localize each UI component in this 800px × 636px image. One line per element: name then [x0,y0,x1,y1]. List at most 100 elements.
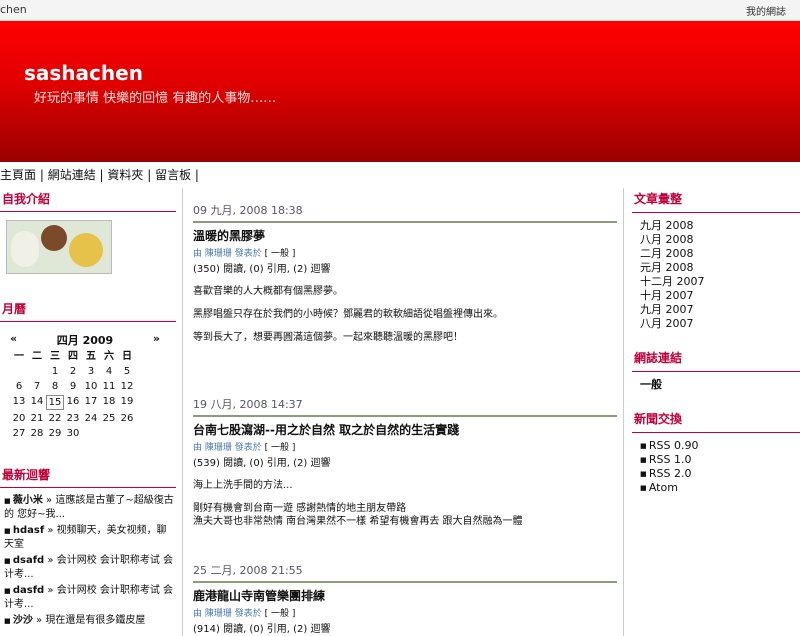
calendar-day[interactable]: 10 [82,380,100,393]
calendar-day[interactable]: 12 [118,380,136,393]
post-paragraph: 等到長大了，想要再圓滿這個夢。一起來聽聽溫暖的黑膠吧！ [193,332,463,343]
nav-folders[interactable]: 資料夾 | [107,168,151,182]
calendar-day[interactable]: 16 [64,395,82,408]
calendar-day [82,427,100,440]
nav-home[interactable]: 主頁面 | [0,168,44,182]
post-date: 25 二月, 2008 21:55 [193,562,617,583]
archive-item[interactable]: 元月 2008 [640,261,800,275]
calendar-day[interactable]: 24 [82,412,100,425]
calendar-day[interactable]: 23 [64,412,82,425]
post-stats[interactable]: (539) 閱讀, (0) 引用, (2) 迴響 [193,454,617,469]
calendar-day[interactable]: 6 [10,380,28,393]
avatar-cat-left [11,231,39,267]
calendar-day[interactable]: 1 [46,365,64,378]
intro-title: 自我介紹 [0,188,176,212]
post-author[interactable]: 由 陳珊珊 發表於 [193,609,262,619]
post-category[interactable]: [ 一般 ] [265,443,296,453]
calendar-day[interactable]: 5 [118,365,136,378]
calendar-day[interactable]: 28 [28,427,46,440]
comment-item[interactable]: ■ 薇小米 » 這應該是古董了~超級復古的 您好~我... [4,494,176,522]
archive-item[interactable]: 十月 2007 [640,289,800,303]
calendar-day[interactable]: 20 [10,412,28,425]
post-category[interactable]: [ 一般 ] [265,609,296,619]
archive-item[interactable]: 十二月 2007 [640,275,800,289]
archive-section: 文章彙整 九月 2008 八月 2008 二月 2008 元月 2008 十二月 200… [632,188,800,331]
calendar-day[interactable]: 26 [118,412,136,425]
calendar-prev-link[interactable]: « [10,332,17,348]
archive-item[interactable]: 八月 2007 [640,317,800,331]
feed-item[interactable]: RSS 0.90 [640,439,800,453]
calendar-day[interactable]: 17 [82,395,100,408]
blog-title[interactable]: sashachen [24,61,143,85]
archive-item[interactable]: 二月 2008 [640,247,800,261]
main-content: 09 九月, 2008 18:38 溫暖的黑膠夢 由 陳珊珊 發表於 [ 一般 … [182,188,624,636]
post-paragraph: 黑膠唱盤只存在於我們的小時候？鄧麗君的軟軟細語從唱盤裡傳出來。 [193,309,503,320]
calendar-day[interactable]: 18 [100,395,118,408]
calendar-day[interactable]: 27 [10,427,28,440]
right-sidebar: 文章彙整 九月 2008 八月 2008 二月 2008 元月 2008 十二月 200… [632,188,800,511]
calendar: « 四月 2009 » 一二三四五六日 1 2 3 4 5 6 7 8 9 10 11 12 13 14 15… [10,332,160,440]
comment-author[interactable]: dsafd [13,555,44,566]
avatar-person [41,225,67,251]
archive-item[interactable]: 九月 2007 [640,303,800,317]
calendar-day[interactable]: 4 [100,365,118,378]
calendar-day[interactable]: 25 [100,412,118,425]
my-blog-link[interactable]: 我的網誌 [746,3,786,18]
comment-author[interactable]: 薇小米 [13,495,43,506]
post-body: 喜歡音樂的人大概都有個黑膠夢。 黑膠唱盤只存在於我們的小時候？鄧麗君的軟軟細語從… [193,285,617,344]
archive-item[interactable]: 九月 2008 [640,219,800,233]
comment-author[interactable]: hdasf [13,525,44,536]
calendar-day[interactable]: 2 [64,365,82,378]
calendar-day[interactable]: 22 [46,412,64,425]
post-title[interactable]: 台南七股瀉湖--用之於自然 取之於自然的生活實踐 [193,421,617,438]
calendar-day[interactable]: 21 [28,412,46,425]
post-date: 09 九月, 2008 18:38 [193,202,617,223]
bullet-icon: ■ [4,557,13,565]
feed-item[interactable]: RSS 2.0 [640,467,800,481]
links-list: 一般 [640,378,800,392]
calendar-header: « 四月 2009 » [10,332,160,348]
comment-item[interactable]: ■ dasfd » 会计网校 会计职称考试 会计考... [4,584,176,612]
calendar-day[interactable]: 19 [118,395,136,408]
post-title[interactable]: 鹿港龍山寺南管樂團排練 [193,587,617,604]
comment-author[interactable]: dasfd [13,585,44,596]
calendar-day[interactable]: 29 [46,427,64,440]
calendar-day[interactable]: 15 [46,395,64,410]
post-byline: 由 陳珊珊 發表於 [ 一般 ] [193,606,617,619]
comment-item[interactable]: ■ 沙沙 » 現在還是有很多鐵皮屋 [4,614,176,628]
comments-title: 最新迴響 [0,464,176,488]
nav-links[interactable]: 網站連結 | [48,168,104,182]
comment-item[interactable]: ■ hdasf » 视频聊天，美女视频，聊天室 [4,524,176,552]
link-item[interactable]: 一般 [640,378,800,392]
post-stats[interactable]: (350) 閱讀, (0) 引用, (2) 迴響 [193,260,617,275]
post-title[interactable]: 溫暖的黑膠夢 [193,227,617,244]
comment-item[interactable]: ■ dsafd » 会计网校 会计职称考试 会计考... [4,554,176,582]
calendar-day[interactable]: 30 [64,427,82,440]
calendar-weekday: 四 [68,351,78,362]
post: 25 二月, 2008 21:55 鹿港龍山寺南管樂團排練 由 陳珊珊 發表於 … [193,562,617,635]
post-paragraph: 喜歡音樂的人大概都有個黑膠夢。 [193,286,343,297]
post-stats[interactable]: (914) 閱讀, (0) 引用, (2) 迴響 [193,620,617,635]
calendar-day[interactable]: 9 [64,380,82,393]
post-author[interactable]: 由 陳珊珊 發表於 [193,443,262,453]
calendar-day[interactable]: 8 [46,380,64,393]
bullet-icon: ■ [4,617,13,625]
comment-author[interactable]: 沙沙 [13,615,33,626]
nav-guestbook[interactable]: 留言板 | [155,168,199,182]
calendar-day[interactable]: 11 [100,380,118,393]
feed-item[interactable]: Atom [640,481,800,495]
calendar-next-link[interactable]: » [153,332,160,348]
avatar[interactable] [6,220,112,274]
archive-item[interactable]: 八月 2008 [640,233,800,247]
feed-item[interactable]: RSS 1.0 [640,453,800,467]
comment-text[interactable]: » 現在還是有很多鐵皮屋 [33,615,145,626]
post-author[interactable]: 由 陳珊珊 發表於 [193,249,262,259]
post-category[interactable]: [ 一般 ] [265,249,296,259]
bullet-icon: ■ [4,587,13,595]
calendar-day[interactable]: 13 [10,395,28,408]
archive-title: 文章彙整 [632,188,800,213]
calendar-day[interactable]: 7 [28,380,46,393]
calendar-weekday: 日 [122,351,132,362]
calendar-day[interactable]: 14 [28,395,46,408]
calendar-day[interactable]: 3 [82,365,100,378]
